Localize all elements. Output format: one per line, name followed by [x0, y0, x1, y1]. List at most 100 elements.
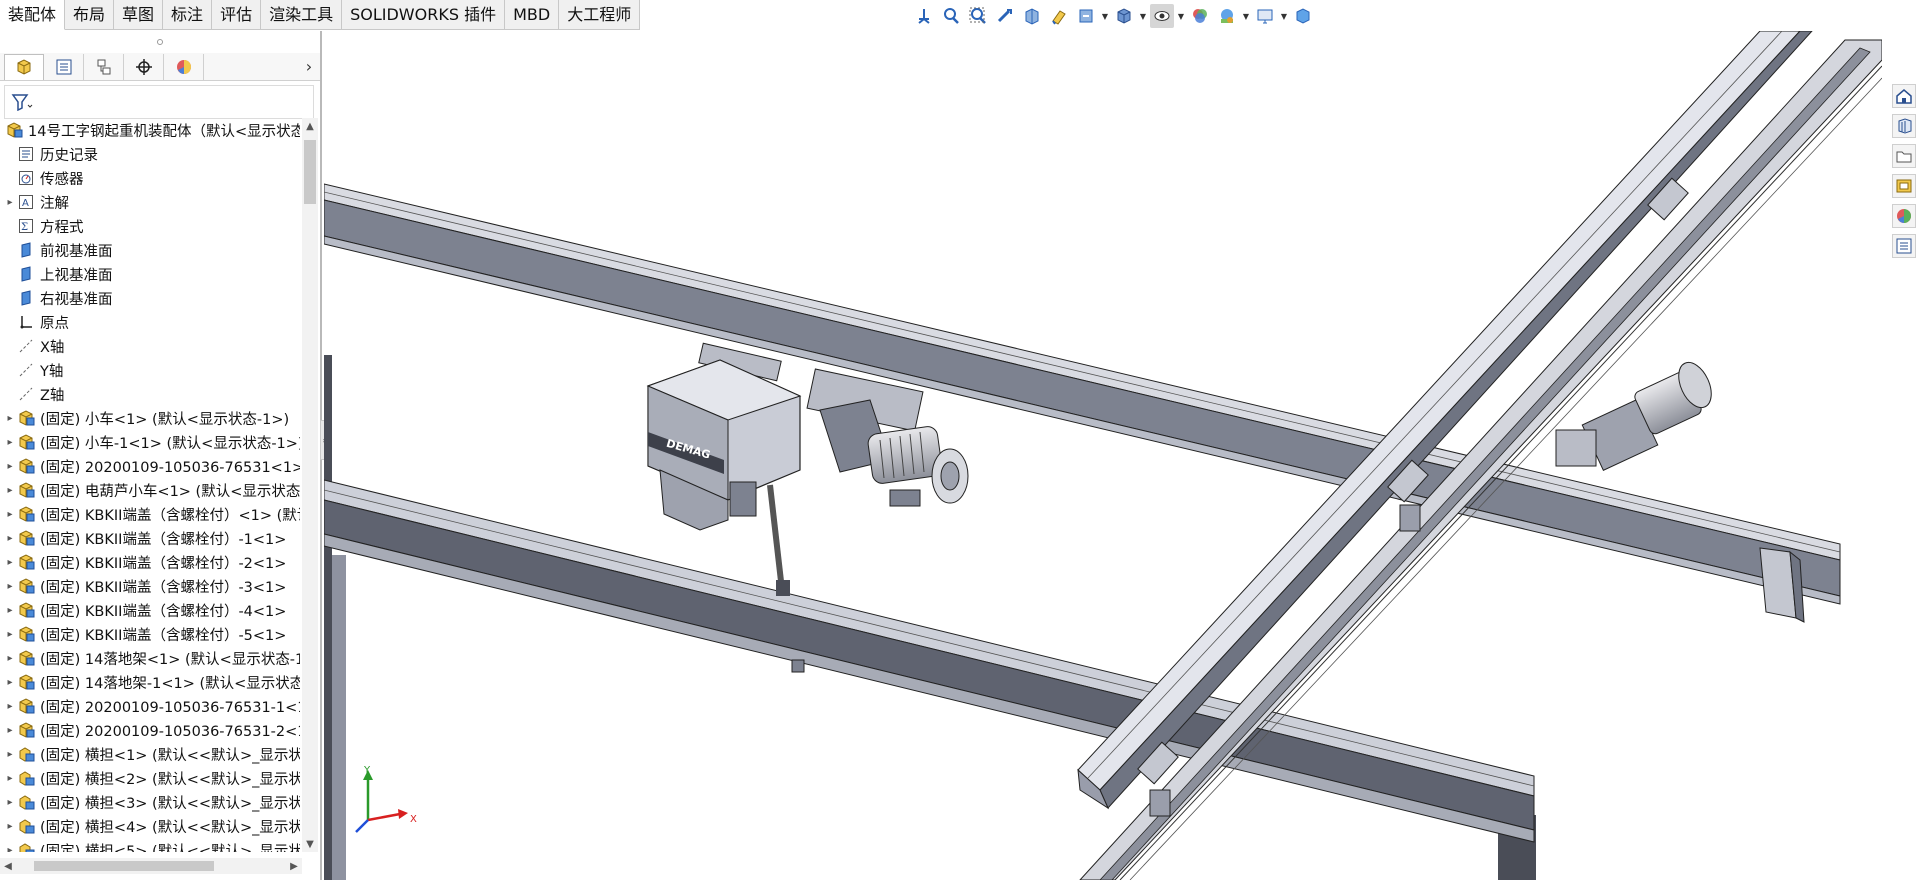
hide-show-items-icon[interactable] [1150, 4, 1174, 28]
tree-item[interactable]: ▸ (固定) 14落地架<1> (默认<显示状态-1>) [0, 646, 300, 670]
chevron-down-icon[interactable]: ▼ [1177, 4, 1185, 28]
tree-item[interactable]: ▸ (固定) 电葫芦小车<1> (默认<显示状态-1>) [0, 478, 300, 502]
expand-arrow-icon[interactable]: ▸ [4, 749, 16, 760]
expand-arrow-icon[interactable]: ▸ [4, 485, 16, 496]
tab-command-2[interactable]: 草图 [114, 0, 164, 30]
tab-command-6[interactable]: SOLIDWORKS 插件 [342, 0, 506, 30]
expand-arrow-icon[interactable]: ▸ [4, 653, 16, 664]
tree-item[interactable]: ▸ (固定) 14落地架-1<1> (默认<显示状态-1>) [0, 670, 300, 694]
expand-arrow-icon[interactable]: ▸ [4, 725, 16, 736]
expand-arrow-icon[interactable]: ▸ [4, 821, 16, 832]
tree-item[interactable]: ▸ (固定) 20200109-105036-76531-1<1> [0, 694, 300, 718]
tree-item[interactable]: 原点 [0, 310, 300, 334]
tree-item[interactable]: Y轴 [0, 358, 300, 382]
display-icon[interactable] [1291, 4, 1315, 28]
tree-item[interactable]: 历史记录 [0, 142, 300, 166]
design-library-icon[interactable] [1892, 114, 1916, 138]
feature-filter-bar[interactable] [4, 85, 314, 119]
tree-item[interactable]: ▸ A 注解 [0, 190, 300, 214]
scroll-right-icon[interactable]: ▶ [286, 861, 302, 872]
tree-item[interactable]: ▸ (固定) 20200109-105036-76531-2<1> [0, 718, 300, 742]
tree-item[interactable]: 传感器 [0, 166, 300, 190]
chevron-right-icon[interactable]: › [298, 54, 320, 80]
tree-item[interactable]: ▸ (固定) 横担<5> (默认<<默认>_显示状态 1>) [0, 838, 300, 852]
tree-item[interactable]: ▸ (固定) 横担<2> (默认<<默认>_显示状态 1>) [0, 766, 300, 790]
scroll-up-icon[interactable]: ▲ [302, 118, 318, 134]
expand-arrow-icon[interactable]: ▸ [4, 701, 16, 712]
display-style-icon[interactable] [1112, 4, 1136, 28]
tree-item[interactable]: ▸ (固定) KBKII端盖（含螺栓付）-1<1> [0, 526, 300, 550]
expand-arrow-icon[interactable]: ▸ [4, 533, 16, 544]
scroll-left-icon[interactable]: ◀ [0, 861, 16, 872]
tree-item[interactable]: 前视基准面 [0, 238, 300, 262]
tab-command-0[interactable]: 装配体 [0, 0, 66, 30]
section-view-icon[interactable] [1020, 4, 1044, 28]
filter-icon[interactable] [11, 93, 33, 111]
tree-item[interactable]: ▸ (固定) 20200109-105036-76531<1> [0, 454, 300, 478]
tree-vertical-scrollbar[interactable]: ▲ ▼ [302, 118, 318, 852]
tree-item[interactable]: ▸ (固定) KBKII端盖（含螺栓付）<1> (默认) [0, 502, 300, 526]
expand-arrow-icon[interactable]: ▸ [4, 629, 16, 640]
tree-item[interactable]: ▸ (固定) KBKII端盖（含螺栓付）-4<1> [0, 598, 300, 622]
graphics-viewport[interactable]: DEMAG Y X [323, 30, 1883, 880]
zoom-to-area-icon[interactable] [966, 4, 990, 28]
tree-item[interactable]: ▸ (固定) 横担<3> (默认<<默认>_显示状态 1>) [0, 790, 300, 814]
tab-command-8[interactable]: 大工程师 [559, 0, 641, 30]
tree-item[interactable]: ▸ (固定) KBKII端盖（含螺栓付）-3<1> [0, 574, 300, 598]
tab-command-5[interactable]: 渲染工具 [261, 0, 343, 30]
expand-arrow-icon[interactable]: ▸ [4, 581, 16, 592]
chevron-down-icon[interactable]: ▼ [1139, 4, 1147, 28]
chevron-down-icon[interactable]: ▼ [1242, 4, 1250, 28]
tree-horizontal-scrollbar[interactable]: ◀ ▶ [0, 858, 302, 874]
expand-arrow-icon[interactable]: ▸ [4, 413, 16, 424]
tree-item[interactable]: ▸ (固定) 小车-1<1> (默认<显示状态-1>) [0, 430, 300, 454]
tree-item[interactable]: ▸ (固定) 横担<1> (默认<<默认>_显示状态 1>) [0, 742, 300, 766]
expand-arrow-icon[interactable]: ▸ [4, 845, 16, 853]
custom-properties-icon[interactable] [1892, 234, 1916, 258]
tab-command-1[interactable]: 布局 [65, 0, 115, 30]
scroll-thumb-horizontal[interactable] [34, 861, 214, 871]
expand-arrow-icon[interactable]: ▸ [4, 605, 16, 616]
tree-item[interactable]: ▸ (固定) 小车<1> (默认<显示状态-1>) [0, 406, 300, 430]
file-explorer-icon[interactable] [1892, 144, 1916, 168]
view-palette-icon[interactable] [1892, 174, 1916, 198]
dynamic-annotation-icon[interactable] [1047, 4, 1071, 28]
tree-item[interactable]: 右视基准面 [0, 286, 300, 310]
scroll-down-icon[interactable]: ▼ [302, 836, 318, 852]
expand-arrow-icon[interactable]: ▸ [4, 797, 16, 808]
tab-property-manager[interactable] [44, 53, 84, 80]
expand-arrow-icon[interactable]: ▸ [4, 557, 16, 568]
tab-command-7[interactable]: MBD [505, 0, 560, 30]
home-icon[interactable] [1892, 84, 1916, 108]
tab-configuration-manager[interactable] [84, 53, 124, 80]
tree-item[interactable]: Z轴 [0, 382, 300, 406]
edit-appearance-icon[interactable] [1188, 4, 1212, 28]
tab-feature-manager[interactable] [4, 53, 44, 80]
tab-dimxpert-manager[interactable] [124, 53, 164, 80]
apply-scene-icon[interactable] [1215, 4, 1239, 28]
expand-arrow-icon[interactable]: ▸ [4, 677, 16, 688]
zoom-to-fit-icon[interactable] [939, 4, 963, 28]
tree-root-assembly[interactable]: 14号工字钢起重机装配体（默认<显示状态-1>） [0, 118, 300, 142]
view-orientation-icon[interactable] [912, 4, 936, 28]
expand-arrow-icon[interactable]: ▸ [4, 437, 16, 448]
appearances-icon[interactable] [1892, 204, 1916, 228]
panel-grip-icon[interactable] [0, 31, 320, 53]
tree-item[interactable]: ▸ (固定) KBKII端盖（含螺栓付）-2<1> [0, 550, 300, 574]
expand-arrow-icon[interactable]: ▸ [4, 509, 16, 520]
tab-command-3[interactable]: 标注 [163, 0, 213, 30]
tab-display-manager[interactable] [164, 53, 204, 80]
tree-item[interactable]: X轴 [0, 334, 300, 358]
expand-arrow-icon[interactable]: ▸ [4, 773, 16, 784]
tree-item[interactable]: ▸ (固定) 横担<4> (默认<<默认>_显示状态 1>) [0, 814, 300, 838]
chevron-down-icon[interactable]: ▼ [1101, 4, 1109, 28]
view-settings-icon[interactable] [1074, 4, 1098, 28]
expand-arrow-icon[interactable]: ▸ [4, 197, 16, 208]
view-setting-icon[interactable] [1253, 4, 1277, 28]
tree-item[interactable]: 上视基准面 [0, 262, 300, 286]
tree-item[interactable]: ▸ (固定) KBKII端盖（含螺栓付）-5<1> [0, 622, 300, 646]
tab-command-4[interactable]: 评估 [212, 0, 262, 30]
scroll-thumb[interactable] [304, 140, 316, 204]
expand-arrow-icon[interactable]: ▸ [4, 461, 16, 472]
previous-view-icon[interactable] [993, 4, 1017, 28]
